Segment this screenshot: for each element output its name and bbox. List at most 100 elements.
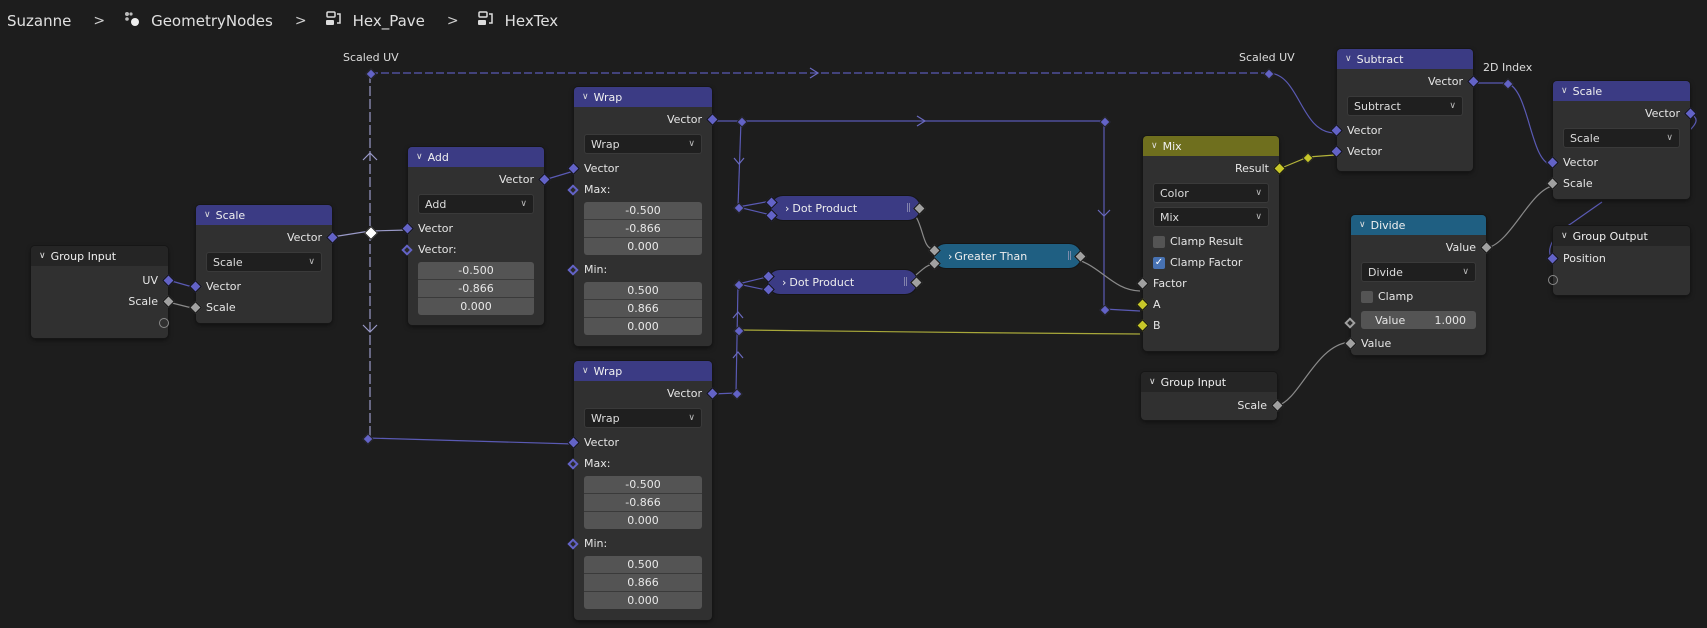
value-y[interactable]: -0.866: [584, 494, 702, 512]
socket-b[interactable]: [762, 283, 775, 296]
reroute-point[interactable]: [365, 68, 377, 80]
socket-b[interactable]: [765, 209, 778, 222]
socket-vector-in[interactable]: [401, 222, 414, 235]
operation-dropdown[interactable]: Scale ∨: [206, 252, 322, 272]
value-y[interactable]: -0.866: [418, 280, 534, 298]
node-scale[interactable]: ∨ Scale Vector Scale ∨ Vector Scale: [189, 205, 339, 323]
socket-vector-out[interactable]: [706, 113, 719, 126]
breadcrumb-item-hex-pave[interactable]: Hex_Pave: [325, 11, 425, 31]
operation-dropdown[interactable]: Subtract ∨: [1347, 96, 1463, 116]
value-y[interactable]: -0.866: [584, 220, 702, 238]
breadcrumb-item-hextex[interactable]: HexTex: [477, 11, 558, 31]
node-header[interactable]: ∨ Wrap: [574, 87, 712, 107]
socket-value-in-2[interactable]: [1344, 337, 1357, 350]
chevron-down-icon[interactable]: ∨: [1345, 54, 1352, 64]
socket-a[interactable]: [1136, 298, 1149, 311]
reroute-point[interactable]: [363, 225, 379, 241]
node-wrap[interactable]: ∨ Wrap Vector Wrap ∨ Vector Max: -0.500 -0…: [567, 361, 719, 620]
node-header[interactable]: ∨ Subtract: [1337, 49, 1473, 69]
value-z[interactable]: 0.000: [584, 238, 702, 255]
node-greater-than-collapsed[interactable]: › Greater Than ||: [928, 244, 1087, 270]
reroute-point[interactable]: [733, 279, 745, 291]
reroute-point[interactable]: [1099, 116, 1111, 128]
socket-vector-in[interactable]: [567, 162, 580, 175]
socket-value-out[interactable]: [910, 276, 923, 289]
socket-max[interactable]: [567, 183, 579, 196]
socket-b[interactable]: [928, 257, 941, 270]
socket-a[interactable]: [765, 196, 778, 209]
checkbox-unchecked[interactable]: [1153, 235, 1165, 248]
socket-min[interactable]: [567, 537, 579, 550]
node-wrap[interactable]: ∨ Wrap Vector Wrap ∨ Vector Max: -0.500 -0…: [567, 87, 719, 346]
reroute-point[interactable]: [1302, 152, 1314, 164]
node-header[interactable]: ∨ Add: [408, 147, 544, 167]
operation-dropdown[interactable]: Wrap ∨: [584, 408, 702, 428]
value-x[interactable]: -0.500: [584, 476, 702, 494]
chevron-down-icon[interactable]: ∨: [582, 92, 589, 102]
blend-mode-dropdown[interactable]: Mix ∨: [1153, 207, 1269, 227]
socket-min[interactable]: [567, 263, 579, 276]
breadcrumb-item-modifier[interactable]: GeometryNodes: [123, 11, 273, 31]
socket-vector-in-2[interactable]: [401, 243, 413, 256]
socket-vector-in[interactable]: [189, 280, 202, 293]
chevron-right-icon[interactable]: ›: [785, 202, 789, 215]
operation-dropdown[interactable]: Scale ∨: [1563, 128, 1680, 148]
reroute-point[interactable]: [1263, 68, 1275, 80]
node-subtract[interactable]: ∨ Subtract Vector Subtract ∨ Vector Vector: [1330, 49, 1480, 171]
reroute-point[interactable]: [736, 116, 748, 128]
node-header[interactable]: ∨ Wrap: [574, 361, 712, 381]
chevron-down-icon[interactable]: ∨: [582, 366, 589, 376]
socket-uv[interactable]: [162, 274, 175, 287]
reroute-point[interactable]: [733, 202, 745, 214]
operation-dropdown[interactable]: Divide ∨: [1361, 262, 1476, 282]
socket-result-out[interactable]: [1273, 162, 1286, 175]
breadcrumb-item-object[interactable]: Suzanne: [7, 12, 71, 30]
node-header[interactable]: ∨ Divide: [1351, 215, 1486, 235]
node-dot-product-collapsed[interactable]: › Dot Product ||: [765, 196, 926, 222]
value-y[interactable]: 0.866: [584, 300, 702, 318]
node-mix[interactable]: ∨ Mix Result Color ∨ Mix ∨ Clamp Result ✓ Cl…: [1136, 136, 1286, 351]
chevron-down-icon[interactable]: ∨: [416, 152, 423, 162]
chevron-down-icon[interactable]: ∨: [1359, 220, 1366, 230]
socket-value-out[interactable]: [913, 202, 926, 215]
reroute-point[interactable]: [731, 388, 743, 400]
socket-scale-in[interactable]: [1546, 177, 1559, 190]
socket-a[interactable]: [928, 244, 941, 257]
operation-dropdown[interactable]: Add ∨: [418, 194, 534, 214]
data-type-dropdown[interactable]: Color ∨: [1153, 183, 1269, 203]
socket-vector-out[interactable]: [1684, 107, 1697, 120]
value-x[interactable]: -0.500: [584, 202, 702, 220]
checkmark-icon[interactable]: ✓: [1153, 256, 1165, 269]
node-header[interactable]: ∨ Scale: [1553, 81, 1690, 101]
socket-scale[interactable]: [162, 295, 175, 308]
reroute-point[interactable]: [362, 433, 374, 445]
operation-dropdown[interactable]: Wrap ∨: [584, 134, 702, 154]
chevron-down-icon[interactable]: ∨: [1561, 231, 1568, 241]
socket-vector-in[interactable]: [1330, 124, 1343, 137]
socket-value-out[interactable]: [1480, 241, 1493, 254]
node-header[interactable]: ∨ Group Output: [1553, 226, 1690, 246]
socket-position[interactable]: [1546, 252, 1559, 265]
chevron-down-icon[interactable]: ∨: [1561, 86, 1568, 96]
value-field[interactable]: Value 1.000: [1361, 311, 1476, 329]
socket-vector-out[interactable]: [326, 231, 339, 244]
socket-a[interactable]: [762, 270, 775, 283]
value-y[interactable]: 0.866: [584, 574, 702, 592]
node-header[interactable]: ∨ Group Input: [1141, 372, 1277, 392]
node-scale[interactable]: ∨ Scale Vector Scale ∨ Vector Scale: [1546, 81, 1697, 199]
socket-value-in[interactable]: [1344, 317, 1356, 329]
socket-vector-out[interactable]: [1467, 75, 1480, 88]
node-group-input[interactable]: ∨ Group Input UV Scale: [31, 246, 175, 338]
chevron-down-icon[interactable]: ∨: [204, 210, 211, 220]
node-group-output[interactable]: ∨ Group Output Position: [1546, 226, 1690, 295]
node-add[interactable]: ∨ Add Vector Add ∨ Vector Vector: -0.500 -…: [401, 147, 551, 325]
socket-value-out[interactable]: [1074, 250, 1087, 263]
node-header[interactable]: ∨ Group Input: [31, 246, 168, 266]
node-header[interactable]: ∨ Mix: [1143, 136, 1279, 156]
socket-vector-out[interactable]: [538, 173, 551, 186]
node-divide[interactable]: ∨ Divide Value Divide ∨ Clamp Value 1.000 V…: [1344, 215, 1493, 355]
node-group-input[interactable]: ∨ Group Input Scale: [1141, 372, 1284, 420]
clamp-checkbox[interactable]: Clamp: [1351, 286, 1486, 307]
node-dot-product-collapsed[interactable]: › Dot Product ||: [762, 270, 923, 296]
socket-vector-in[interactable]: [1546, 156, 1559, 169]
